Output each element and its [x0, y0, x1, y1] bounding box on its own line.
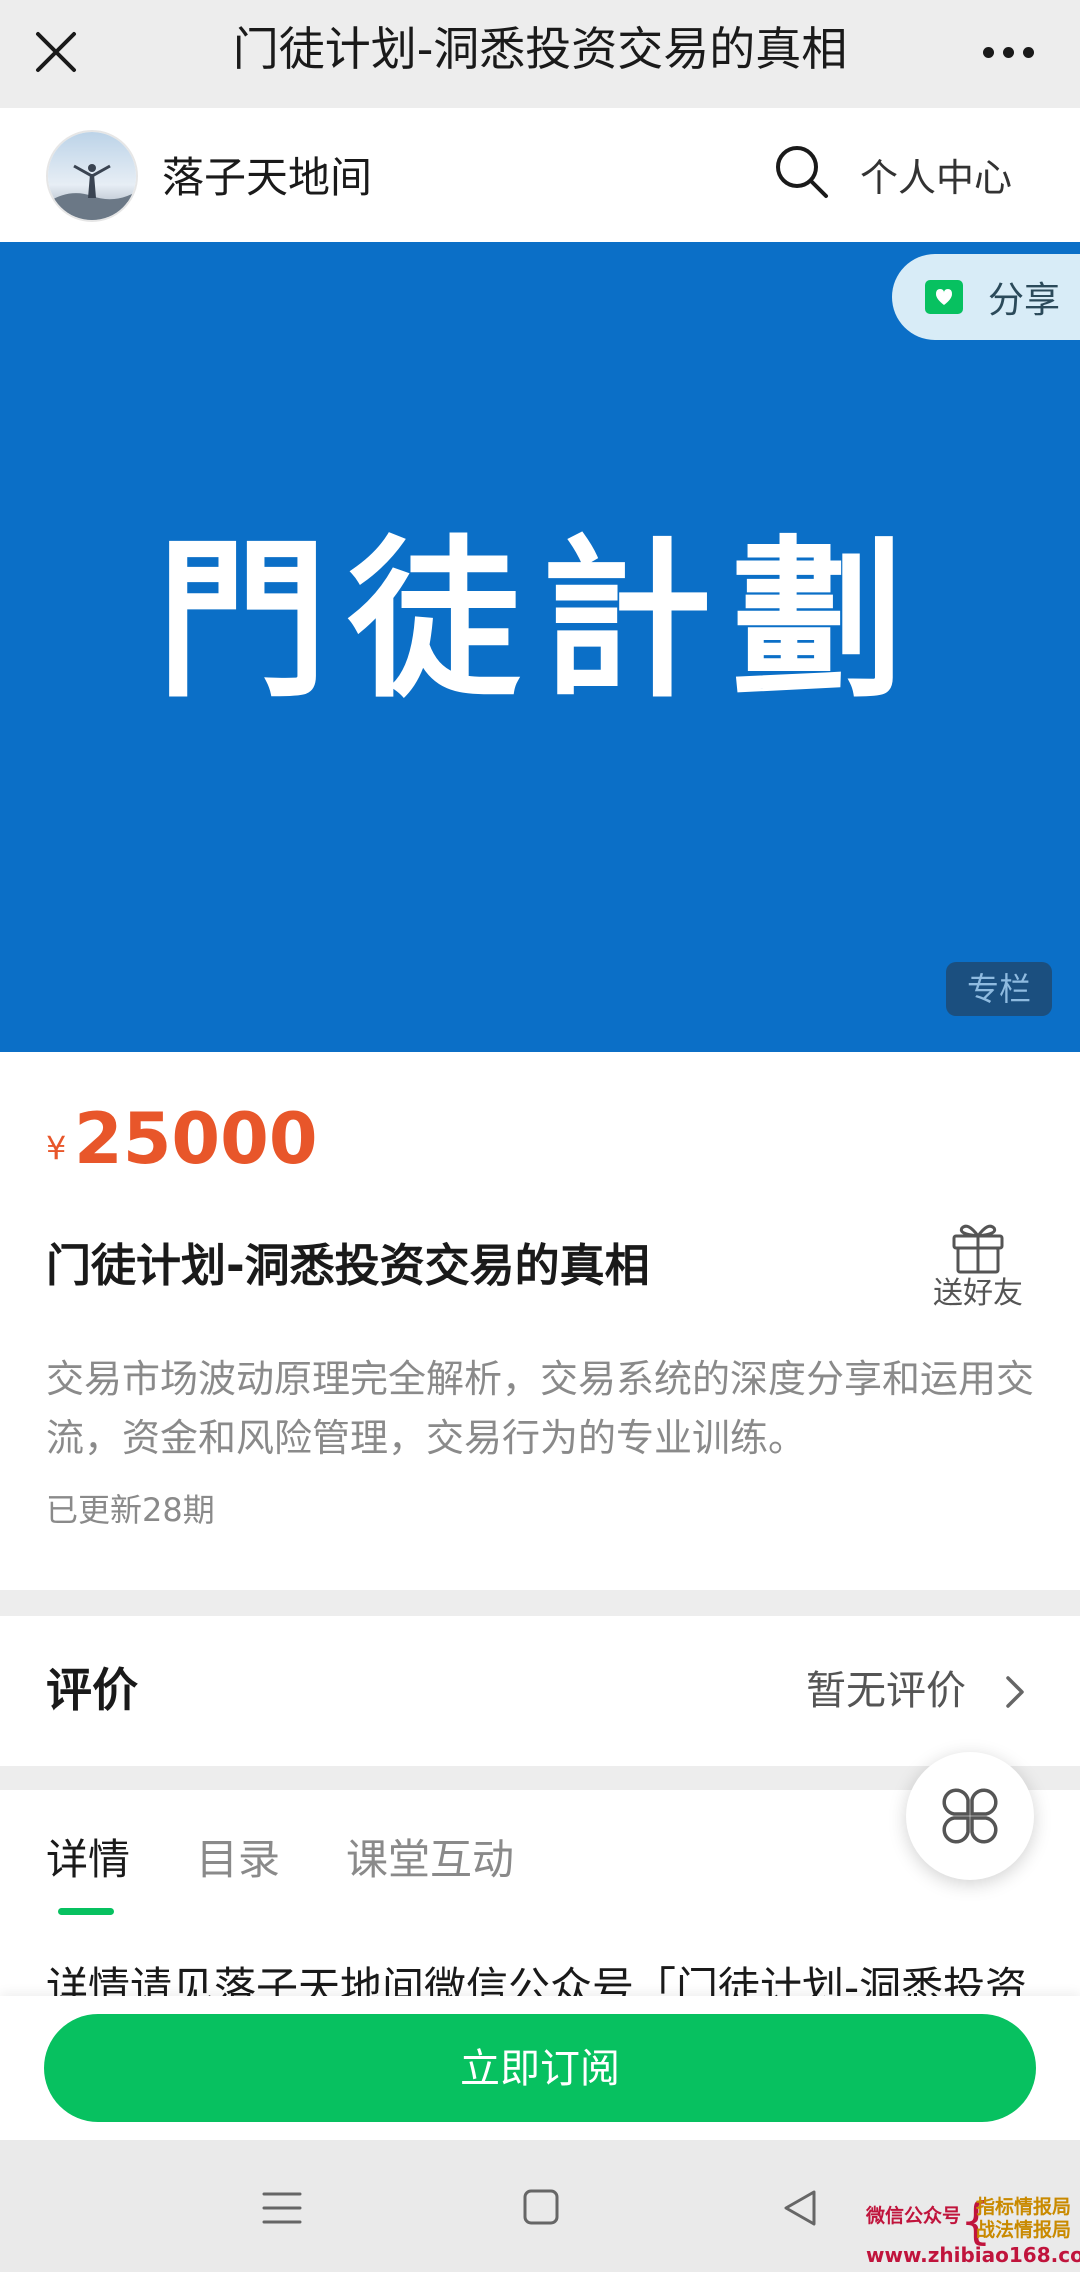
menu-icon[interactable]	[262, 2190, 302, 2226]
close-icon	[36, 32, 76, 72]
review-status: 暂无评价	[806, 1668, 966, 1714]
banner-calligraphy: 門徒計劃	[156, 518, 924, 721]
tab-classroom-interaction[interactable]: 课堂互动	[346, 1830, 514, 1890]
tab-catalog[interactable]: 目录	[196, 1830, 280, 1890]
search-button[interactable]	[770, 140, 834, 204]
watermark-label: 微信公众号	[866, 2205, 962, 2227]
shop-name[interactable]: 落子天地间	[162, 148, 372, 208]
watermark-line2: 战法情报局	[976, 2219, 1072, 2241]
watermark-line1: 指标情报局	[976, 2196, 1072, 2218]
course-title: 门徒计划-洞悉投资交易的真相	[46, 1239, 650, 1292]
search-icon	[776, 146, 828, 198]
column-badge: 专栏	[946, 962, 1052, 1016]
gift-friend-button[interactable]: 送好友	[928, 1218, 1028, 1318]
update-count: 已更新28期	[46, 1491, 215, 1529]
more-button[interactable]	[968, 22, 1048, 82]
floating-menu-button[interactable]	[906, 1752, 1034, 1880]
home-icon[interactable]	[523, 2189, 559, 2225]
user-center-link[interactable]: 个人中心	[860, 148, 1012, 208]
more-icon	[982, 46, 994, 58]
avatar[interactable]	[46, 130, 138, 222]
subscribe-button[interactable]: 立即订阅	[44, 2014, 1036, 2122]
gift-label: 送好友	[933, 1276, 1023, 1311]
watermark-url: www.zhibiao168.com	[866, 2243, 1080, 2267]
active-tab-indicator	[58, 1908, 114, 1915]
chevron-right-icon	[1006, 1676, 1024, 1708]
share-label: 分享	[988, 280, 1061, 321]
price: 25000	[74, 1098, 318, 1180]
close-button[interactable]	[26, 22, 86, 82]
review-title: 评价	[46, 1663, 138, 1717]
back-icon[interactable]	[780, 2188, 820, 2228]
grid-menu-icon	[942, 1788, 998, 1844]
gift-icon	[952, 1224, 1004, 1274]
currency-symbol: ¥	[46, 1129, 67, 1167]
course-description: 交易市场波动原理完全解析，交易系统的深度分享和运用交流，资金和风险管理，交易行为…	[46, 1357, 1035, 1460]
tab-details[interactable]: 详情	[46, 1830, 130, 1890]
share-button[interactable]: 分享	[892, 254, 1080, 340]
page-title: 门徒计划-洞悉投资交易的真相	[232, 22, 848, 76]
share-icon	[925, 280, 963, 314]
